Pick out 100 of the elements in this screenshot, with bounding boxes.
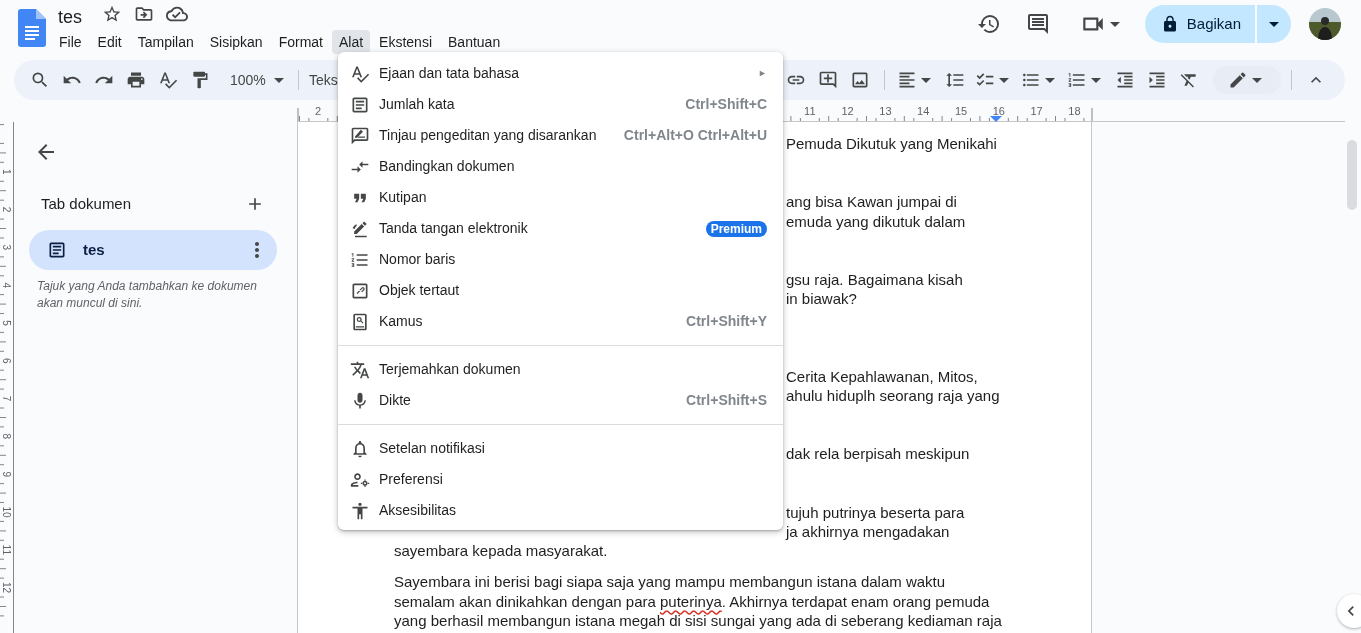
menu-item[interactable]: Nomor baris	[338, 244, 783, 275]
document-tab[interactable]: tes	[29, 230, 277, 270]
menu-item[interactable]: Aksesibilitas	[338, 495, 783, 526]
ruler-number: 14	[917, 105, 930, 117]
ruler-number: 5	[1, 320, 12, 326]
image-icon	[850, 70, 870, 90]
outdent-icon	[1115, 70, 1135, 90]
menu-item[interactable]: Objek tertaut	[338, 275, 783, 306]
ruler-number: 11	[1, 544, 12, 555]
ruler-number: 2	[314, 105, 322, 117]
comment-plus-icon	[818, 70, 838, 90]
text-line: ang bisa Kawan jumpai di	[786, 193, 957, 211]
caret-icon	[1252, 77, 1262, 83]
caret-icon	[1045, 77, 1055, 83]
hint-text: Tajuk yang Anda tambahkan ke dokumen akan muncul di sini.	[37, 278, 258, 312]
text-line: yang berhasil membangun istana megah di sisi sungai yang ada di seberang kediaman raja	[394, 612, 1002, 630]
tab-label: tes	[83, 239, 105, 260]
menu-bar-item[interactable]: Format	[271, 30, 330, 54]
menu-item[interactable]: Tanda tangan elektronik Premium	[338, 213, 783, 244]
ruler-number: 7	[1, 395, 12, 402]
ruler-number: 13	[879, 105, 892, 117]
text-line: sayembara kepada masyarakat.	[394, 542, 608, 560]
printer-icon	[126, 70, 146, 90]
star-button[interactable]	[102, 4, 122, 24]
ruler-number: 8	[1, 433, 12, 440]
text-line: dak rela berpisah meskipun	[786, 445, 970, 463]
document-title[interactable]: tes	[58, 6, 82, 28]
move-button[interactable]	[134, 4, 154, 24]
caret-icon	[921, 77, 931, 83]
ruler-number: 16	[992, 105, 1005, 117]
align-left-icon	[897, 70, 917, 90]
menu-item[interactable]: Dikte Ctrl+Shift+S	[338, 385, 783, 416]
menu-bar-item[interactable]: File	[52, 30, 89, 54]
menu-item[interactable]: Tinjau pengeditan yang disarankan Ctrl+Alt+O Ctrl+Alt+U	[338, 120, 783, 151]
comment-pencil-icon	[350, 125, 370, 146]
ruler-number: 18	[1068, 105, 1081, 117]
menu-bar-item[interactable]: Ekstensi	[372, 30, 440, 54]
menu-bar-item[interactable]: Bantuan	[441, 30, 508, 54]
more-vertical-icon	[255, 242, 259, 258]
menu-item[interactable]: Setelan notifikasi	[338, 433, 783, 464]
share-button[interactable]: Bagikan	[1144, 5, 1255, 43]
text-line: ja akhirnya mengadakan	[786, 522, 950, 540]
ruler-number: 11	[804, 105, 816, 117]
docs-logo-icon[interactable]	[18, 9, 46, 47]
ruler-number: 9	[1, 471, 12, 477]
menu-item[interactable]: Kamus Ctrl+Shift+Y	[338, 306, 783, 337]
menu-bar-item[interactable]: Edit	[90, 30, 129, 54]
caret-icon	[1269, 21, 1279, 27]
avatar[interactable]	[1309, 8, 1341, 40]
menu-item[interactable]: Kutipan	[338, 182, 783, 213]
document-icon	[47, 240, 67, 260]
premium-badge: Premium	[705, 220, 767, 237]
line-spacing-icon	[945, 70, 965, 90]
scrollbar-thumb[interactable]	[1347, 140, 1357, 210]
text-line: gsu raja. Bagaimana kisah	[786, 270, 963, 288]
history-icon	[976, 12, 1001, 36]
ruler-number: 17	[1030, 105, 1043, 117]
menu-item[interactable]: Preferensi	[338, 464, 783, 495]
menu-item[interactable]: Terjemahkan dokumen	[338, 354, 783, 385]
menu-bar-item[interactable]: Alat	[332, 30, 371, 54]
share-options-button[interactable]	[1257, 5, 1291, 43]
book-search-icon	[350, 311, 370, 332]
folder-arrow-icon	[134, 4, 154, 24]
translate-icon	[350, 359, 370, 380]
text-line: Cerita Kepahlawanan, Mitos,	[786, 367, 978, 385]
menu-bar-item[interactable]: Tampilan	[130, 30, 201, 54]
editing-mode-button[interactable]	[1213, 66, 1281, 94]
menu-item[interactable]: Bandingkan dokumen	[338, 151, 783, 182]
keyboard-shortcut: Ctrl+Alt+O Ctrl+Alt+U	[623, 126, 767, 145]
ruler-number: 6	[1, 358, 12, 364]
zoom-dropdown[interactable]: 100%	[224, 66, 290, 94]
keyboard-shortcut: Ctrl+Shift+S	[686, 391, 767, 410]
text-line: tujuh putrinya beserta para	[786, 503, 965, 521]
menu-bar-item[interactable]: Sisipkan	[202, 30, 270, 54]
menu-item[interactable]: Jumlah kata Ctrl+Shift+C	[338, 89, 783, 120]
ruler-number: 12	[1, 582, 12, 594]
bell-icon	[350, 438, 370, 459]
menu-item[interactable]: Ejaan dan tata bahasa ►	[338, 58, 783, 89]
search-icon	[30, 70, 50, 90]
caret-icon	[999, 77, 1009, 83]
style-dropdown[interactable]: Teks	[307, 66, 340, 94]
indent-icon	[1147, 70, 1167, 90]
spellcheck-icon	[158, 70, 178, 90]
ruler-number: 4	[1, 282, 12, 288]
caret-icon	[274, 77, 284, 83]
text-line: emuda yang dikutuk dalam	[786, 212, 966, 230]
ruler-number: 12	[841, 105, 854, 117]
comment-icon	[1025, 12, 1050, 36]
pencil-icon	[1228, 70, 1248, 90]
text-line: Sayembara ini berisi bagi siapa saja yang mampu membangun istana dalam waktu	[394, 573, 946, 591]
accessibility-icon	[350, 500, 370, 521]
text-line: in biawak?	[786, 290, 857, 308]
ruler-number: 3	[1, 244, 12, 251]
ruler-number: 2	[1, 206, 12, 213]
section-heading: Tab dokumen	[41, 193, 132, 214]
caret-icon	[1109, 21, 1120, 27]
show-side-panel-button[interactable]	[1337, 594, 1361, 628]
star-icon	[102, 4, 122, 24]
caret-icon	[1091, 77, 1101, 83]
numbered-list-icon	[1067, 70, 1087, 90]
